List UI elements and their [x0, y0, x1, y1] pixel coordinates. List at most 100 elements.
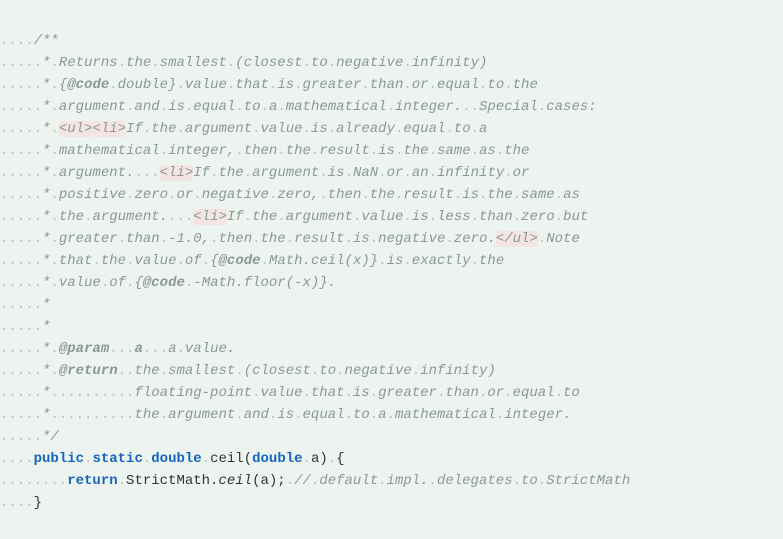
ws: .....: [0, 231, 42, 247]
ws: .: [370, 407, 378, 423]
doc-text: equal: [513, 385, 555, 401]
doc-text: the: [59, 209, 84, 225]
ws: .: [538, 473, 546, 489]
ws: .: [429, 209, 437, 225]
doc-text: and: [244, 407, 269, 423]
ws: .: [294, 407, 302, 423]
html-li-tag: <li>: [160, 165, 194, 181]
doc-text: zero: [134, 187, 168, 203]
doc-text: If: [193, 165, 210, 181]
ws: .: [151, 165, 159, 181]
doc-text: the: [286, 143, 311, 159]
ws: .: [118, 231, 126, 247]
doc-text: is: [328, 165, 345, 181]
ws: .: [513, 187, 521, 203]
ws: .: [50, 99, 58, 115]
ws: .: [92, 253, 100, 269]
doc-text: Special: [479, 99, 538, 115]
ws: .: [176, 121, 184, 137]
ws: .: [471, 253, 479, 269]
ws: .: [235, 363, 243, 379]
doc-text: then: [328, 187, 362, 203]
brace: {: [59, 77, 67, 93]
doc-text: argument: [185, 121, 252, 137]
doc-text: argument: [252, 165, 319, 181]
ws: .....: [0, 429, 42, 445]
ws: .: [235, 99, 243, 115]
inline-comment: impl.: [387, 473, 429, 489]
doc-text: infinity): [412, 55, 488, 71]
ws: ...: [143, 341, 168, 357]
ws: .: [361, 77, 369, 93]
doc-text: infinity): [420, 363, 496, 379]
ws: .: [345, 385, 353, 401]
ws: .: [378, 473, 386, 489]
doc-text: of: [185, 253, 202, 269]
doc-text: a: [378, 407, 386, 423]
ws: .: [160, 407, 168, 423]
ws: .: [462, 99, 470, 115]
ws: .: [403, 77, 411, 93]
doc-text: value: [134, 253, 176, 269]
doc-text: value: [361, 209, 403, 225]
return-tag: @return: [59, 363, 118, 379]
doc-text: integer.: [395, 99, 462, 115]
doc-text: the: [151, 121, 176, 137]
ws: .....: [0, 165, 42, 181]
doc-text: negative: [336, 55, 403, 71]
doc-text: the: [479, 253, 504, 269]
ws: .: [160, 99, 168, 115]
ws: .: [50, 77, 58, 93]
ws: .: [361, 187, 369, 203]
doc-text: -1.0,: [168, 231, 210, 247]
ws: .: [471, 143, 479, 159]
doc-text: than: [479, 209, 513, 225]
ws: .....: [0, 297, 42, 313]
keyword-return: return: [67, 473, 117, 489]
doc-text: is: [353, 231, 370, 247]
ws: .....: [0, 363, 42, 379]
doc-text: result: [294, 231, 344, 247]
ws: .: [50, 187, 58, 203]
doc-text: is: [277, 77, 294, 93]
ws: .: [538, 99, 546, 115]
ws: .....: [0, 253, 42, 269]
doc-text: (closest: [235, 55, 302, 71]
ws: .: [118, 55, 126, 71]
brace-close: }: [34, 495, 42, 511]
doc-text: less: [437, 209, 471, 225]
doc-text: the: [370, 187, 395, 203]
ws: .: [244, 165, 252, 181]
ws: .: [261, 253, 269, 269]
ws: .: [345, 165, 353, 181]
ws: .: [387, 99, 395, 115]
doc-text: equal: [303, 407, 345, 423]
doc-text: infinity: [437, 165, 504, 181]
ws: .: [160, 363, 168, 379]
doc-text: the: [504, 143, 529, 159]
doc-text: as: [479, 143, 496, 159]
doc-text: the: [126, 55, 151, 71]
doc-text: zero,: [277, 187, 319, 203]
ws: .: [176, 77, 184, 93]
ws: .....: [0, 341, 42, 357]
ws: .....: [0, 55, 42, 71]
ws: .: [210, 165, 218, 181]
ws: .: [555, 187, 563, 203]
doc-text: negative: [345, 363, 412, 379]
doc-text: NaN: [353, 165, 378, 181]
ws: .: [538, 231, 546, 247]
star: *: [42, 319, 50, 335]
ws: .: [555, 209, 563, 225]
ws: .: [50, 55, 58, 71]
ws: .: [513, 209, 521, 225]
doc-text: is: [412, 209, 429, 225]
ws: ..: [134, 165, 151, 181]
doc-text: then: [244, 143, 278, 159]
brace: }: [319, 275, 327, 291]
doc-text: is: [311, 121, 328, 137]
method-call: ceil: [218, 473, 252, 489]
ws: .: [50, 143, 58, 159]
doc-text: is: [168, 99, 185, 115]
ws: .: [277, 143, 285, 159]
